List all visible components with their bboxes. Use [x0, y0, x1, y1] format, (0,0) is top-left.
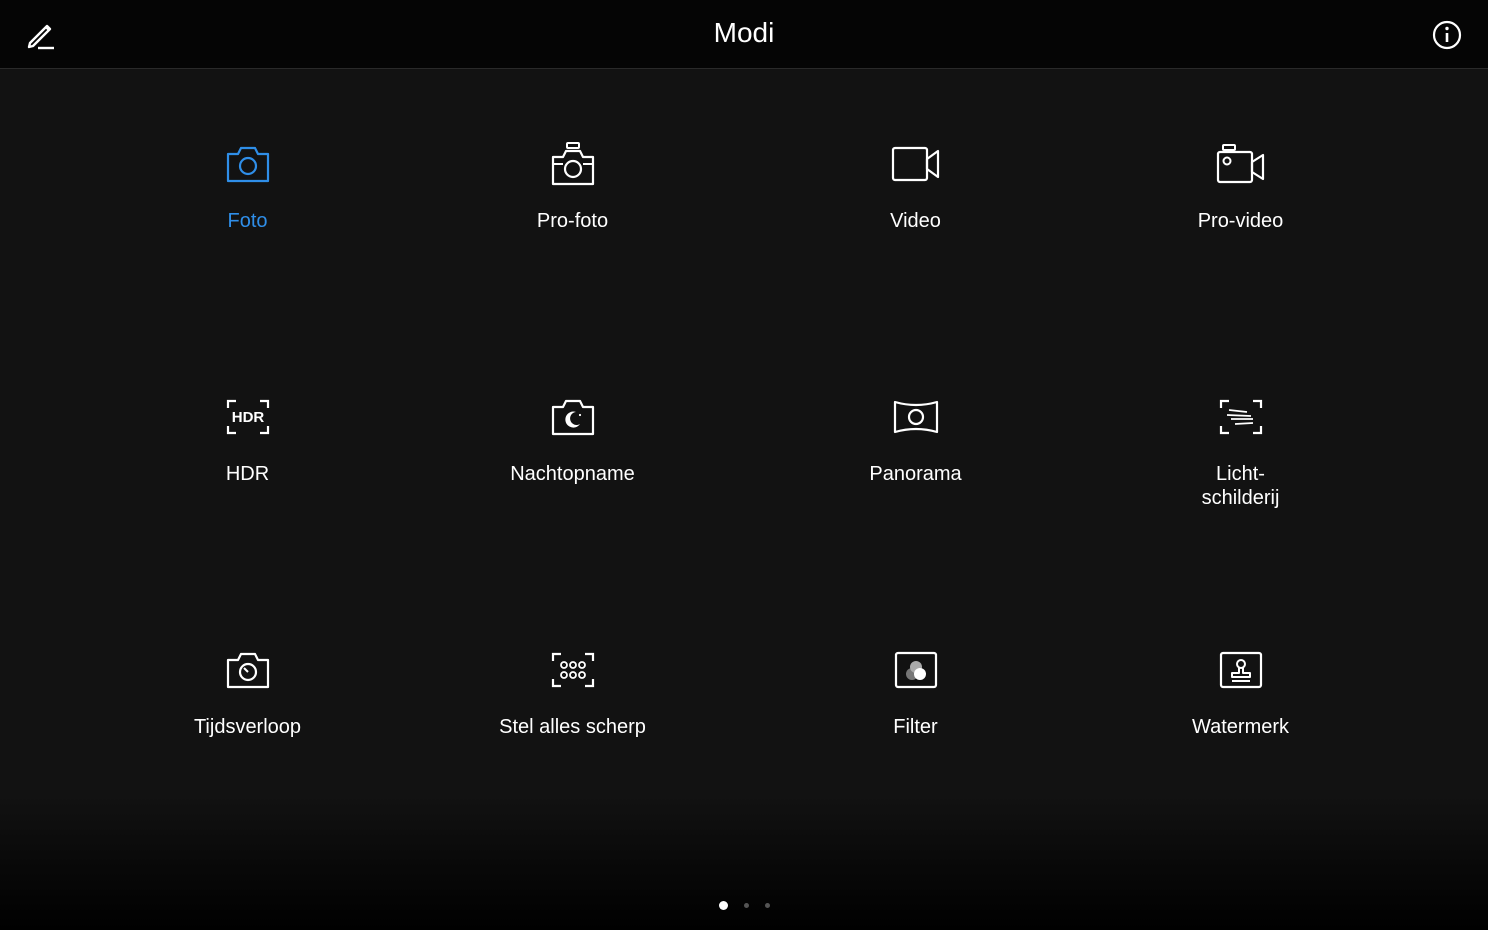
mode-watermerk[interactable]: Watermerk [1078, 642, 1403, 739]
mode-tijdsverloop[interactable]: Tijdsverloop [85, 642, 410, 739]
modes-grid: Foto Pro-foto Video Pro-video HDR HDR Na… [85, 120, 1405, 770]
mode-foto[interactable]: Foto [85, 136, 410, 233]
mode-label: Foto [227, 210, 268, 232]
watermark-icon [1219, 651, 1262, 689]
mode-label: Pro-video [1197, 210, 1284, 232]
mode-label: Filter [893, 716, 938, 738]
mode-label: Tijdsverloop [193, 716, 302, 738]
mode-label: Licht- schilderij [1201, 463, 1280, 509]
mode-pro-video[interactable]: Pro-video [1078, 136, 1403, 233]
page-dot[interactable] [743, 902, 749, 908]
mode-pro-foto[interactable]: Pro-foto [410, 136, 735, 233]
mode-filter[interactable]: Filter [753, 642, 1078, 739]
mode-label: Nachtopname [510, 463, 635, 485]
page-indicator[interactable] [0, 900, 1488, 910]
mode-label: Video [890, 210, 941, 232]
panorama-icon [893, 400, 938, 434]
page-dot[interactable] [764, 902, 770, 908]
filter-icon [894, 651, 937, 689]
all-focus-icon [551, 652, 594, 688]
hdr-icon: HDR [226, 399, 269, 435]
light-painting-icon [1219, 399, 1262, 435]
mode-label: Panorama [869, 463, 962, 485]
page-title: Modi [713, 17, 775, 48]
mode-nachtopname[interactable]: Nachtopname [410, 389, 735, 486]
svg-text:HDR: HDR [231, 409, 264, 426]
mode-panorama[interactable]: Panorama [753, 389, 1078, 486]
pro-camera-icon [551, 142, 594, 186]
mode-label: Watermerk [1191, 716, 1290, 738]
mode-label: HDR [225, 463, 270, 485]
mode-licht-schilderij[interactable]: Licht- schilderij [1078, 389, 1403, 510]
video-camera-icon [891, 146, 939, 182]
mode-label: Stel alles scherp [499, 716, 646, 738]
mode-label: Pro-foto [536, 210, 609, 232]
night-camera-icon [551, 399, 594, 436]
info-button[interactable] [1428, 16, 1466, 54]
time-lapse-icon [226, 652, 269, 689]
top-bar: Modi [0, 0, 1488, 69]
mode-hdr[interactable]: HDR HDR [85, 389, 410, 486]
mode-stel-alles-scherp[interactable]: Stel alles scherp [410, 642, 735, 739]
mode-video[interactable]: Video [753, 136, 1078, 233]
page-dot[interactable] [718, 900, 728, 910]
pro-video-icon [1216, 144, 1264, 184]
camera-icon [226, 146, 269, 183]
info-icon [1432, 20, 1462, 50]
